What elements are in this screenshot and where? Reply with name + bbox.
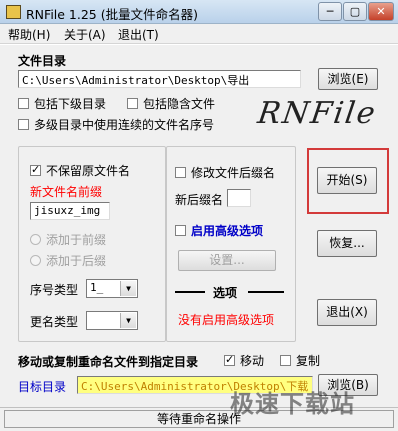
copy-checkbox[interactable] <box>280 355 291 366</box>
add-before-label: 添加于前缀 <box>46 233 107 247</box>
advanced-status: 没有启用高级选项 <box>178 313 275 327</box>
prefix-label: 新文件名前缀 <box>30 185 103 199</box>
multi-dir-sequence-label: 多级目录中使用连续的文件名序号 <box>34 118 215 132</box>
chevron-down-icon: ▼ <box>120 281 136 296</box>
move-checkbox[interactable] <box>224 353 235 366</box>
add-after-radio[interactable] <box>30 255 41 266</box>
add-after-label: 添加于后缀 <box>46 254 107 268</box>
keep-original-label: 不保留原文件名 <box>46 164 131 178</box>
restore-button[interactable]: 恢复... <box>317 230 377 257</box>
multi-dir-sequence-checkbox[interactable] <box>18 119 29 130</box>
chevron-down-icon: ▼ <box>120 313 136 328</box>
minimize-button[interactable]: ─ <box>318 2 342 21</box>
settings-button[interactable]: 设置... <box>178 250 276 271</box>
start-button[interactable]: 开始(S) <box>317 167 377 194</box>
copy-label: 复制 <box>296 354 321 368</box>
browse-source-button[interactable]: 浏览(E) <box>318 68 378 90</box>
prefix-input[interactable]: jisuxz_img <box>30 202 110 220</box>
window-title: RNFile 1.25 (批量文件命名器) <box>26 7 198 22</box>
move-label: 移动 <box>240 354 265 368</box>
maximize-icon: ▢ <box>349 5 361 18</box>
move-copy-heading: 移动或复制重命名文件到指定目录 <box>18 355 199 369</box>
new-ext-input[interactable] <box>227 189 251 207</box>
menu-help[interactable]: 帮助(H) <box>8 26 50 43</box>
advanced-label: 启用高级选项 <box>191 224 264 238</box>
keep-original-checkbox[interactable] <box>30 163 41 176</box>
file-dir-input[interactable]: C:\Users\Administrator\Desktop\导出 <box>18 70 301 88</box>
exit-button[interactable]: 退出(X) <box>317 299 377 326</box>
options-divider-left <box>175 291 205 293</box>
add-before-radio[interactable] <box>30 234 41 245</box>
advanced-checkbox[interactable] <box>175 225 186 236</box>
minimize-icon: ─ <box>326 5 334 18</box>
seq-type-value: 1_ <box>90 281 104 294</box>
modify-ext-label: 修改文件后缀名 <box>191 166 276 180</box>
menu-about[interactable]: 关于(A) <box>64 26 106 43</box>
file-dir-heading: 文件目录 <box>18 54 67 68</box>
include-hidden-checkbox[interactable] <box>127 98 138 109</box>
close-button[interactable]: ✕ <box>368 2 394 21</box>
include-subdirs-checkbox[interactable] <box>18 98 29 109</box>
include-subdirs-label: 包括下级目录 <box>34 97 107 111</box>
rename-type-label: 更名类型 <box>30 315 79 329</box>
rename-type-select[interactable]: ▼ <box>86 311 138 330</box>
maximize-button[interactable]: ▢ <box>343 2 367 21</box>
watermark: 极速下载站 <box>230 390 355 418</box>
options-divider-right <box>248 291 284 293</box>
rnfile-logo: RNFile <box>255 96 380 131</box>
modify-ext-checkbox[interactable] <box>175 167 186 178</box>
menu-exit[interactable]: 退出(T) <box>118 26 159 43</box>
include-hidden-label: 包括隐含文件 <box>143 97 216 111</box>
options-heading: 选项 <box>213 286 238 300</box>
app-icon <box>6 5 21 19</box>
menu-bar <box>0 24 398 44</box>
close-icon: ✕ <box>376 5 386 18</box>
target-dir-label: 目标目录 <box>18 380 67 394</box>
new-ext-label: 新后缀名 <box>175 193 224 207</box>
seq-type-label: 序号类型 <box>30 283 79 297</box>
seq-type-select[interactable]: 1_ ▼ <box>86 279 138 298</box>
